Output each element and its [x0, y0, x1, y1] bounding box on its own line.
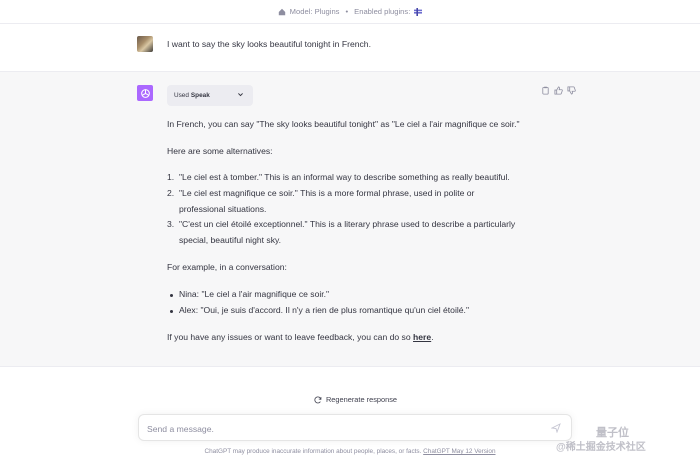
model-icon [278, 8, 285, 15]
feedback-prefix: If you have any issues or want to leave … [167, 332, 414, 342]
thumbs-up-icon[interactable] [554, 86, 563, 95]
bullet-icon [170, 294, 173, 297]
message-input[interactable] [147, 421, 537, 436]
plugin-icon[interactable] [414, 7, 423, 16]
list-number: 3. [167, 219, 175, 230]
watermark-community: @稀土掘金技术社区 [556, 442, 646, 453]
feedback-link[interactable]: here [413, 332, 431, 342]
feedback-text: If you have any issues or want to leave … [167, 330, 434, 346]
list-item: 1. "Le ciel est à tomber." This is an in… [167, 170, 547, 186]
bullet-icon [170, 309, 173, 313]
regenerate-button[interactable]: Regenerate response [304, 391, 407, 408]
assistant-message-row: Used Speak In French, you can say "The s… [0, 71, 700, 367]
used-plugin-prefix: Used [174, 92, 189, 99]
openai-logo-icon [137, 85, 153, 101]
header-separator: • [345, 7, 349, 16]
model-label: Model: Plugins [289, 7, 340, 16]
conversation-list: Nina: "Le ciel a l'air magnifique ce soi… [167, 287, 547, 319]
list-item: 2. "Le ciel est magnifique ce soir." Thi… [167, 186, 547, 218]
send-icon[interactable] [551, 423, 561, 433]
example-heading: For example, in a conversation: [167, 262, 287, 272]
alternatives-heading: Here are some alternatives: [167, 146, 273, 156]
list-item-line: professional situations. [179, 203, 267, 214]
user-avatar [137, 36, 153, 52]
footer-text: ChatGPT may produce inaccurate informati… [204, 448, 424, 455]
list-item: Nina: "Le ciel a l'air magnifique ce soi… [167, 287, 547, 303]
conversation-line: Nina: "Le ciel a l'air magnifique ce soi… [179, 289, 330, 299]
enabled-plugins-label: Enabled plugins: [354, 7, 411, 16]
refresh-icon [314, 396, 322, 403]
list-item-line: "C'est un ciel étoilé exceptionnel." Thi… [179, 219, 516, 230]
list-item-line: special, beautiful night sky. [179, 235, 282, 246]
message-actions [541, 86, 576, 95]
copy-icon[interactable] [541, 86, 550, 95]
list-number: 2. [167, 187, 175, 198]
regenerate-label: Regenerate response [325, 395, 398, 404]
list-item: Alex: "Oui, je suis d'accord. Il n'y a r… [167, 303, 547, 319]
thumbs-down-icon[interactable] [567, 86, 576, 95]
list-item-line: "Le ciel est magnifique ce soir." This i… [179, 187, 475, 198]
conversation-line: Alex: "Oui, je suis d'accord. Il n'y a r… [179, 304, 469, 315]
message-composer [138, 414, 572, 441]
user-message-text: I want to say the sky looks beautiful to… [167, 39, 371, 49]
user-message-row: I want to say the sky looks beautiful to… [0, 24, 700, 71]
chevron-down-icon [238, 93, 243, 97]
assistant-intro: In French, you can say "The sky looks be… [167, 119, 520, 129]
list-item-line: "Le ciel est à tomber." This is an infor… [179, 172, 510, 182]
alternatives-list: 1. "Le ciel est à tomber." This is an in… [167, 170, 547, 249]
used-plugin-toggle[interactable]: Used Speak [167, 85, 253, 106]
footer-version-link[interactable]: ChatGPT May 12 Version [423, 448, 495, 455]
list-item: 3. "C'est un ciel étoilé exceptionnel." … [167, 217, 547, 249]
feedback-suffix: . [431, 332, 434, 342]
model-header: Model: Plugins • Enabled plugins: [0, 0, 700, 24]
list-number: 1. [167, 172, 175, 182]
used-plugin-name: Speak [190, 92, 210, 99]
